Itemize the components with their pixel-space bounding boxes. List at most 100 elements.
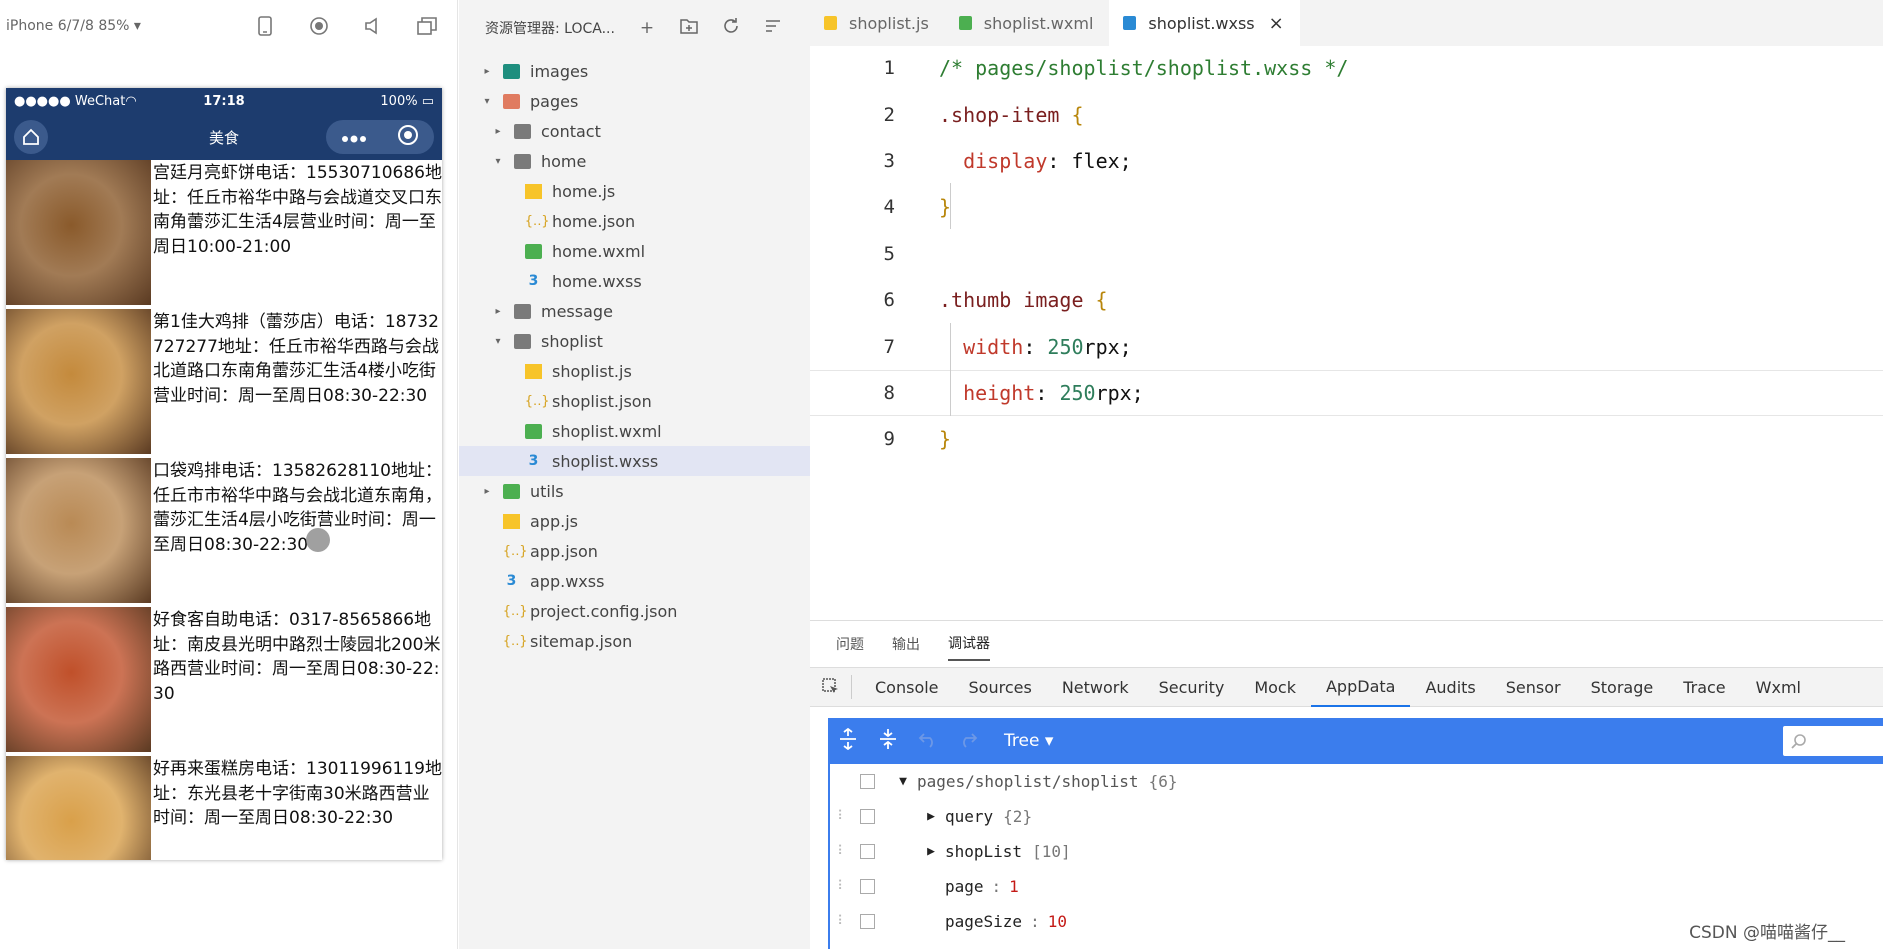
file-tree-item-home-js[interactable]: home.js [459, 176, 810, 206]
detach-window-icon[interactable] [415, 14, 439, 38]
appdata-value[interactable]: 1 [1009, 877, 1019, 896]
file-tree-item-pages[interactable]: ▾ pages [459, 86, 810, 116]
code-line[interactable]: 7 width: 250rpx; [810, 323, 1883, 369]
panel-tab[interactable]: 调试器 [948, 627, 990, 661]
file-tree-item-project-config-json[interactable]: {‥} project.config.json [459, 596, 810, 626]
collapse-all-icon[interactable] [868, 728, 908, 755]
file-tree-item-home-json[interactable]: {‥} home.json [459, 206, 810, 236]
record-icon[interactable] [307, 14, 331, 38]
row-checkbox[interactable] [860, 809, 875, 824]
expand-toggle-icon[interactable]: ▼ [889, 774, 917, 789]
shop-item[interactable]: 口袋鸡排电话：13582628110地址：任丘市市裕华中路与会战北道东南角，蕾莎… [6, 458, 442, 607]
file-tree-item-contact[interactable]: ▸ contact [459, 116, 810, 146]
row-checkbox[interactable] [860, 844, 875, 859]
device-selector[interactable]: iPhone 6/7/8 85% ▾ [6, 18, 223, 34]
volume-icon[interactable] [361, 14, 385, 38]
expand-all-icon[interactable] [828, 727, 868, 755]
refresh-icon[interactable] [720, 17, 742, 40]
appdata-value[interactable]: 10 [1048, 912, 1067, 931]
appdata-search-input[interactable] [1783, 726, 1883, 756]
panel-tab[interactable]: 问题 [836, 628, 864, 660]
home-icon[interactable] [14, 120, 48, 154]
close-icon[interactable]: × [1269, 13, 1284, 34]
shop-item[interactable]: 好再来蛋糕房电话：13011996119地址：东光县老十字街南30米路西营业时间… [6, 756, 442, 860]
collapse-all-icon[interactable] [762, 18, 784, 39]
tree-view-dropdown[interactable]: Tree ▾ [1004, 731, 1053, 751]
file-tree-item-app-js[interactable]: app.js [459, 506, 810, 536]
drag-handle-icon[interactable]: ⠇ [830, 844, 854, 859]
file-tree-item-message[interactable]: ▸ message [459, 296, 810, 326]
file-tree-item-app-wxss[interactable]: 3 app.wxss [459, 566, 810, 596]
devtools-tab-network[interactable]: Network [1047, 667, 1144, 707]
devtools-tab-mock[interactable]: Mock [1239, 667, 1311, 707]
tab-shoplist-wxss[interactable]: shoplist.wxss × [1109, 0, 1300, 46]
file-tree-item-app-json[interactable]: {‥} app.json [459, 536, 810, 566]
file-tree-item-shoplist[interactable]: ▾ shoplist [459, 326, 810, 356]
redo-icon[interactable] [948, 729, 988, 753]
expand-toggle-icon[interactable]: ▶ [917, 809, 945, 824]
devtools-tab-audits[interactable]: Audits [1410, 667, 1490, 707]
panel-tab[interactable]: 输出 [892, 628, 920, 660]
shop-item[interactable]: 好食客自助电话：0317-8565866地址：南皮县光明中路烈士陵园北200米路… [6, 607, 442, 756]
devtools-tabs: Console Sources Network Security Mock AppData… [810, 667, 1883, 707]
file-tree-item-utils[interactable]: ▸ utils [459, 476, 810, 506]
appdata-row[interactable]: ⠇ page:1 [830, 869, 1883, 904]
drag-handle-icon[interactable]: ⠇ [830, 914, 854, 929]
expand-toggle-icon[interactable]: ▶ [917, 844, 945, 859]
wxml-file-icon [958, 16, 972, 30]
inspect-element-icon[interactable] [810, 675, 852, 699]
shop-item[interactable]: 宫廷月亮虾饼电话：15530710686地址：任丘市裕华中路与会战道交叉口东南角… [6, 160, 442, 309]
file-tree-item-sitemap-json[interactable]: {‥} sitemap.json [459, 626, 810, 656]
explorer-panel: 资源管理器: LOCA... + ▸ images ▾ pages ▸ contact ▾ h… [459, 0, 810, 949]
devtools-tab-console[interactable]: Console [860, 667, 954, 707]
file-tree-item-home[interactable]: ▾ home [459, 146, 810, 176]
file-tree-item-shoplist-wxss[interactable]: 3 shoplist.wxss [459, 446, 810, 476]
tab-shoplist-js[interactable]: shoplist.js [810, 0, 945, 46]
code-line[interactable]: 6 .thumb image { [810, 277, 1883, 323]
close-program-icon[interactable] [397, 124, 419, 150]
devtools-tab-storage[interactable]: Storage [1576, 667, 1669, 707]
undo-icon[interactable] [908, 729, 948, 753]
phone-icon[interactable] [253, 14, 277, 38]
js-file-icon [525, 183, 542, 199]
devtools-tab-appdata[interactable]: AppData [1310, 667, 1411, 707]
code-line[interactable]: 9} [810, 416, 1883, 462]
devtools-tab-wxml[interactable]: Wxml [1741, 667, 1816, 707]
shop-info-text: 第1佳大鸡排（蕾莎店）电话：18732727277地址：任丘市裕华西路与会战北道… [153, 312, 439, 406]
file-tree-item-shoplist-js[interactable]: shoplist.js [459, 356, 810, 386]
code-area[interactable]: 1/* pages/shoplist/shoplist.wxss */2 .sho… [810, 45, 1883, 463]
new-file-icon[interactable]: + [636, 18, 658, 38]
code-line[interactable]: 2 .shop-item { [810, 91, 1883, 137]
new-folder-icon[interactable] [678, 18, 700, 39]
file-tree-item-shoplist-json[interactable]: {‥} shoplist.json [459, 386, 810, 416]
devtools-tab-sources[interactable]: Sources [954, 667, 1047, 707]
row-checkbox[interactable] [860, 914, 875, 929]
shop-list: 宫廷月亮虾饼电话：15530710686地址：任丘市裕华中路与会战道交叉口东南角… [6, 160, 442, 860]
appdata-root-row[interactable]: ▼ pages/shoplist/shoplist {6} [830, 764, 1883, 799]
devtools-tab-sensor[interactable]: Sensor [1491, 667, 1576, 707]
row-checkbox[interactable] [860, 774, 875, 789]
drag-handle-icon[interactable]: ⠇ [830, 809, 854, 824]
code-line[interactable]: 4} [810, 184, 1883, 230]
file-tree-item-images[interactable]: ▸ images [459, 56, 810, 86]
shop-item[interactable]: 第1佳大鸡排（蕾莎店）电话：18732727277地址：任丘市裕华西路与会战北道… [6, 309, 442, 458]
code-line[interactable]: 5 [810, 231, 1883, 277]
code-token: 250 [1047, 334, 1084, 359]
more-icon[interactable] [341, 128, 367, 147]
devtools-tab-security[interactable]: Security [1144, 667, 1240, 707]
chevron-icon: ▾ [495, 155, 501, 167]
row-checkbox[interactable] [860, 879, 875, 894]
code-line[interactable]: 1 /* pages/shoplist/shoplist.wxss */ [810, 45, 1883, 91]
simulator-panel: iPhone 6/7/8 85% ▾ ●●●●● WeChat◠ 17:18 1… [0, 0, 458, 949]
code-line[interactable]: 8 height: 250rpx; [810, 369, 1883, 417]
file-tree-item-home-wxml[interactable]: home.wxml [459, 236, 810, 266]
file-tree-item-home-wxss[interactable]: 3 home.wxss [459, 266, 810, 296]
devtools-tab-trace[interactable]: Trace [1668, 667, 1740, 707]
file-tree-item-shoplist-wxml[interactable]: shoplist.wxml [459, 416, 810, 446]
code-line[interactable]: 3 display: flex; [810, 138, 1883, 184]
appdata-row[interactable]: ⠇ ▶ query {2} [830, 799, 1883, 834]
drag-handle-icon[interactable]: ⠇ [830, 879, 854, 894]
appdata-row[interactable]: ⠇ ▶ shopList [10] [830, 834, 1883, 869]
appdata-key: page [945, 877, 984, 896]
tab-shoplist-wxml[interactable]: shoplist.wxml [945, 0, 1110, 46]
